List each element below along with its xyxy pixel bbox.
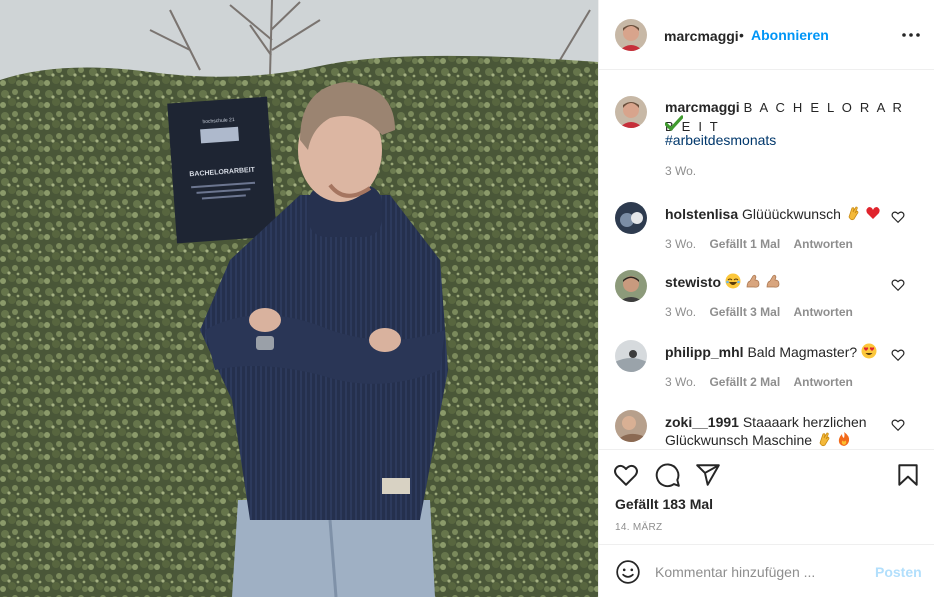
- small-like-heart-icon[interactable]: [891, 348, 905, 362]
- post-image: hochschule 21 BACHELORARBEIT: [0, 0, 598, 597]
- separator-dot: •: [739, 27, 744, 43]
- comment-body: Bald Magmaster?: [747, 344, 858, 360]
- comment-text: zoki__1991 Staaaark herzlichen Glückwuns…: [665, 413, 890, 449]
- caption-username[interactable]: marcmaggi: [665, 99, 740, 115]
- emoji-smiley-icon[interactable]: [615, 559, 641, 585]
- author-username[interactable]: marcmaggi: [664, 28, 739, 44]
- comment-time: 3 Wo.: [665, 237, 697, 251]
- comment-likes[interactable]: Gefällt 3 Mal: [709, 305, 780, 319]
- flexed-biceps-emoji: [746, 274, 760, 288]
- comment-text: philipp_mhl Bald Magmaster?: [665, 343, 890, 361]
- caption-timestamp: 3 Wo.: [665, 164, 697, 178]
- like-heart-icon[interactable]: [613, 462, 639, 488]
- small-like-heart-icon[interactable]: [891, 418, 905, 432]
- red-heart-emoji: [865, 207, 880, 219]
- author-avatar[interactable]: [615, 19, 647, 51]
- small-like-heart-icon[interactable]: [891, 278, 905, 292]
- reply-button[interactable]: Antworten: [794, 237, 853, 251]
- follow-button[interactable]: Abonnieren: [751, 27, 829, 43]
- clap-emoji: [819, 432, 830, 447]
- clap-emoji: [848, 206, 859, 221]
- commenter-avatar[interactable]: [615, 340, 647, 372]
- comment-item: holstenlisa Glüüückwunsch 3 Wo. Gefällt …: [599, 202, 934, 272]
- commenter-avatar[interactable]: [615, 270, 647, 302]
- comment-username[interactable]: holstenlisa: [665, 206, 738, 222]
- comment-username[interactable]: zoki__1991: [665, 414, 739, 430]
- fire-emoji: [838, 432, 849, 446]
- small-like-heart-icon[interactable]: [891, 210, 905, 224]
- comment-item: stewisto 3 Wo. Gefällt 3 Mal Antworten: [599, 270, 934, 340]
- save-bookmark-icon[interactable]: [895, 462, 921, 488]
- caption-avatar[interactable]: [615, 96, 647, 128]
- post-comment-button[interactable]: Posten: [875, 564, 922, 580]
- caption-text: marcmaggi B A C H E L O R A R B E I T: [665, 98, 915, 136]
- comment-meta: 3 Wo. Gefällt 2 Mal Antworten: [665, 375, 863, 389]
- comment-icon[interactable]: [655, 462, 681, 488]
- likes-count[interactable]: Gefällt 183 Mal: [615, 496, 713, 512]
- more-options-icon[interactable]: [899, 26, 923, 44]
- comment-meta: 3 Wo. Gefällt 3 Mal Antworten: [665, 305, 863, 319]
- post-header: marcmaggi • Abonnieren: [599, 0, 934, 70]
- add-comment-bar: Posten: [599, 544, 934, 597]
- comment-meta: 3 Wo. Gefällt 1 Mal Antworten: [665, 237, 863, 251]
- reply-button[interactable]: Antworten: [794, 305, 853, 319]
- comment-time: 3 Wo.: [665, 375, 697, 389]
- comment-input[interactable]: [655, 561, 855, 583]
- comment-item: zoki__1991 Staaaark herzlichen Glückwuns…: [599, 410, 934, 449]
- flexed-biceps-emoji: [766, 274, 780, 288]
- thesis-book: hochschule 21 BACHELORARBEIT: [167, 96, 277, 244]
- post-date[interactable]: 14. MÄRZ: [615, 522, 662, 533]
- comment-time: 3 Wo.: [665, 305, 697, 319]
- commenter-avatar[interactable]: [615, 410, 647, 442]
- comments-list[interactable]: marcmaggi B A C H E L O R A R B E I T #a…: [599, 71, 934, 449]
- comment-text: stewisto: [665, 273, 890, 291]
- post-detail-panel: marcmaggi • Abonnieren marcmaggi B A C H…: [598, 0, 934, 597]
- reply-button[interactable]: Antworten: [794, 375, 853, 389]
- commenter-avatar[interactable]: [615, 202, 647, 234]
- comment-likes[interactable]: Gefällt 2 Mal: [709, 375, 780, 389]
- comment-text: holstenlisa Glüüückwunsch: [665, 205, 890, 223]
- green-check-emoji: [665, 115, 683, 131]
- comment-username[interactable]: philipp_mhl: [665, 344, 744, 360]
- post-actions: Gefällt 183 Mal 14. MÄRZ: [599, 449, 934, 544]
- comment-likes[interactable]: Gefällt 1 Mal: [709, 237, 780, 251]
- heart-eyes-emoji: [861, 343, 877, 359]
- comment-item: philipp_mhl Bald Magmaster? 3 Wo. Gefäll…: [599, 340, 934, 410]
- post-photo[interactable]: hochschule 21 BACHELORARBEIT: [0, 0, 598, 597]
- share-icon[interactable]: [695, 462, 721, 488]
- laughing-emoji: [725, 273, 741, 289]
- comment-body: Glüüückwunsch: [742, 206, 841, 222]
- hashtag-link[interactable]: #arbeitdesmonats: [665, 132, 776, 148]
- comment-username[interactable]: stewisto: [665, 274, 721, 290]
